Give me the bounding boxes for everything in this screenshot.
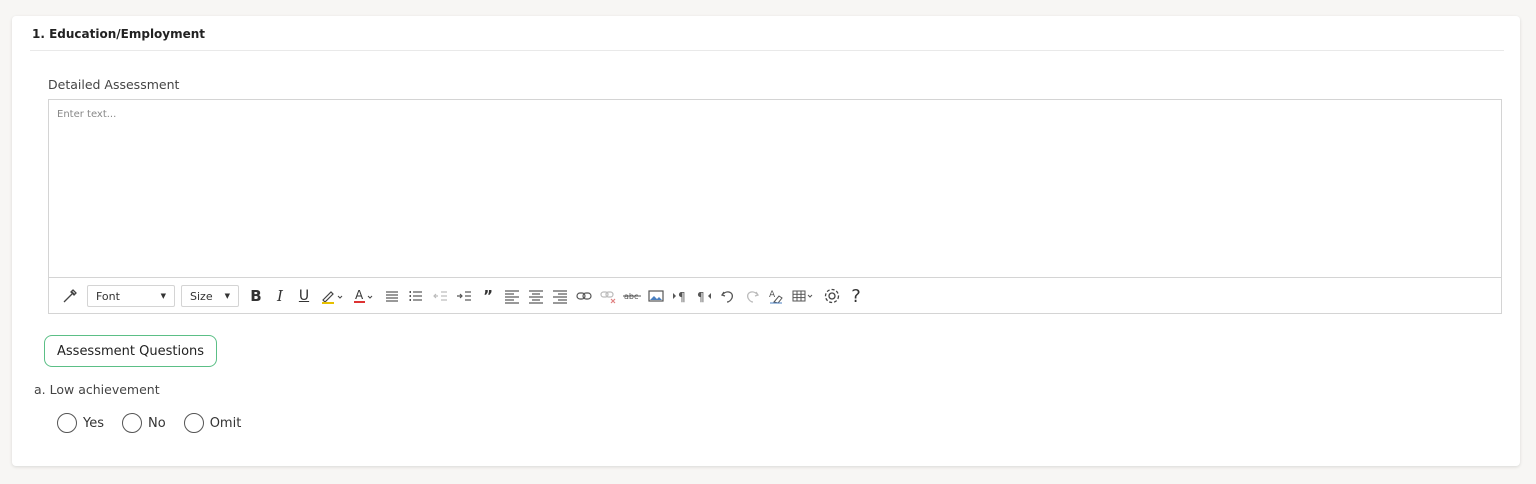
assessment-questions-label: Assessment Questions <box>57 343 205 359</box>
chevron-down-icon: ▼ <box>160 292 166 300</box>
editor-text-area[interactable]: Enter text... <box>49 100 1501 278</box>
outdent-icon[interactable] <box>429 285 451 307</box>
align-right-icon[interactable] <box>549 285 571 307</box>
rtl-icon[interactable]: ¶ <box>693 285 715 307</box>
font-color-icon[interactable]: A <box>349 285 379 307</box>
assessment-questions-button[interactable]: Assessment Questions <box>44 335 218 367</box>
radio-button[interactable] <box>57 413 77 433</box>
detailed-assessment-label: Detailed Assessment <box>48 77 180 92</box>
section-title: 1. Education/Employment <box>32 27 206 41</box>
radio-option-no[interactable]: No <box>122 413 166 433</box>
svg-text:¶: ¶ <box>678 290 686 304</box>
radio-label: Omit <box>209 415 242 431</box>
editor-toolbar: Font ▼ Size ▼ B I U A ” abc ¶ ¶ A ? <box>49 279 1501 313</box>
radio-label: Yes <box>83 415 104 431</box>
redo-icon[interactable] <box>741 285 763 307</box>
unlink-icon[interactable] <box>597 285 619 307</box>
blockquote-icon[interactable]: ” <box>477 285 499 307</box>
numbered-list-icon[interactable] <box>405 285 427 307</box>
radio-button[interactable] <box>122 413 142 433</box>
image-icon[interactable] <box>645 285 667 307</box>
radio-group-low-achievement: Yes No Omit <box>57 413 259 433</box>
bold-button[interactable]: B <box>245 285 267 307</box>
rich-text-editor: Enter text... Font ▼ Size ▼ B I U A ” ab… <box>48 99 1502 314</box>
radio-button[interactable] <box>183 413 204 433</box>
radio-option-omit[interactable]: Omit <box>183 413 242 433</box>
magic-format-icon[interactable] <box>59 285 81 307</box>
question-label: a. Low achievement <box>34 382 160 397</box>
link-icon[interactable] <box>573 285 595 307</box>
divider <box>30 50 1504 51</box>
svg-text:¶: ¶ <box>697 290 705 304</box>
size-select[interactable]: Size ▼ <box>181 285 239 307</box>
align-left-icon[interactable] <box>501 285 523 307</box>
bullet-list-icon[interactable] <box>381 285 403 307</box>
indent-icon[interactable] <box>453 285 475 307</box>
svg-text:A: A <box>769 290 776 300</box>
ltr-icon[interactable]: ¶ <box>669 285 691 307</box>
underline-button[interactable]: U <box>293 285 315 307</box>
undo-icon[interactable] <box>717 285 739 307</box>
strikethrough-icon[interactable]: abc <box>621 285 643 307</box>
font-select-label: Font <box>96 289 120 303</box>
radio-option-yes[interactable]: Yes <box>57 413 104 433</box>
italic-button[interactable]: I <box>269 285 291 307</box>
align-center-icon[interactable] <box>525 285 547 307</box>
size-select-label: Size <box>190 289 213 303</box>
font-select[interactable]: Font ▼ <box>87 285 175 307</box>
svg-text:A: A <box>355 288 364 302</box>
section-card: 1. Education/Employment Detailed Assessm… <box>12 16 1520 466</box>
highlight-icon[interactable] <box>317 285 347 307</box>
chevron-down-icon: ▼ <box>224 292 230 300</box>
radio-label: No <box>148 415 166 431</box>
clear-format-icon[interactable]: A <box>765 285 787 307</box>
table-icon[interactable] <box>789 285 819 307</box>
help-icon[interactable]: ? <box>845 285 867 307</box>
settings-icon[interactable] <box>821 285 843 307</box>
